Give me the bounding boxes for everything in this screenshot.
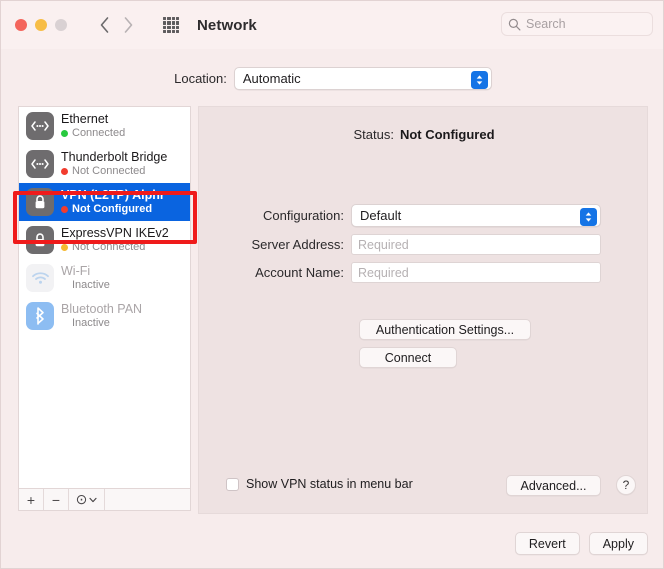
location-dropdown[interactable]: Automatic <box>233 67 492 90</box>
titlebar: Network Search <box>1 1 663 49</box>
chevron-left-icon[interactable] <box>93 13 115 37</box>
wifi-icon <box>26 264 54 292</box>
sidebar-item-text: Ethernet Connected <box>61 112 125 139</box>
sidebar-item-thunderbolt-bridge[interactable]: Thunderbolt Bridge Not Connected <box>19 145 190 183</box>
chevron-right-icon[interactable] <box>117 13 139 37</box>
sidebar-item-bluetooth-pan[interactable]: Bluetooth PAN Inactive <box>19 297 190 335</box>
location-label: Location: <box>174 71 227 86</box>
ethernet-icon <box>26 112 54 140</box>
server-address-label: Server Address: <box>251 237 345 252</box>
location-row: Location: Automatic <box>1 67 663 90</box>
traffic-light-group <box>15 19 67 31</box>
sidebar-toolbar: + − ⊙ <box>18 488 191 511</box>
status-dot-orange <box>61 244 68 251</box>
sidebar-item-text: ExpressVPN IKEv2 Not Connected <box>61 226 169 253</box>
apply-button[interactable]: Apply <box>588 532 648 555</box>
chevron-down-icon <box>89 497 97 502</box>
service-status: Connected <box>61 127 125 139</box>
status-text: Inactive <box>72 317 110 330</box>
service-status: Not Connected <box>61 165 167 177</box>
server-address-row: Server Address: Required <box>199 234 649 255</box>
account-name-row: Account Name: Required <box>199 262 649 283</box>
configuration-label: Configuration: <box>263 208 344 223</box>
lock-icon <box>26 188 54 216</box>
show-vpn-status-checkbox[interactable] <box>226 477 239 491</box>
service-name: Thunderbolt Bridge <box>61 150 168 165</box>
status-text: Not Connected <box>72 165 146 178</box>
vpn-settings-panel: Status: Not Configured Configuration: De… <box>198 106 648 514</box>
search-icon <box>508 18 521 30</box>
page-title: Network <box>197 16 257 34</box>
remove-service-button[interactable]: − <box>44 489 69 510</box>
service-actions-menu-button[interactable]: ⊙ <box>69 489 105 510</box>
lock-icon <box>26 226 54 254</box>
status-text: Not Configured <box>72 203 153 216</box>
connect-button[interactable]: Connect <box>359 347 457 368</box>
panel-footer-row: Show VPN status in menu bar Advanced... … <box>199 475 649 496</box>
window-action-buttons: Revert Apply <box>514 532 648 555</box>
account-name-label: Account Name: <box>255 265 344 280</box>
service-name: Bluetooth PAN <box>61 302 143 317</box>
sidebar-item-expressvpn-ikev2[interactable]: ExpressVPN IKEv2 Not Connected <box>19 221 190 259</box>
gear-icon: ⊙ <box>75 491 88 507</box>
server-address-placeholder: Required <box>358 237 409 252</box>
search-placeholder-text: Search <box>526 17 566 31</box>
sidebar-item-wi-fi[interactable]: Wi-Fi Inactive <box>19 259 190 297</box>
status-value: Not Configured <box>399 127 495 142</box>
chevron-up-down-icon <box>470 70 488 89</box>
account-name-placeholder: Required <box>358 265 409 280</box>
add-service-button[interactable]: + <box>19 489 44 510</box>
status-text: Inactive <box>72 279 110 292</box>
status-dot-red <box>61 206 68 213</box>
sidebar-item-ethernet[interactable]: Ethernet Connected <box>19 107 190 145</box>
status-dot-red <box>61 168 68 175</box>
sidebar-item-text: VPN (L2TP) Alphr Not Configured <box>61 188 165 215</box>
network-services-list[interactable]: Ethernet Connected Thunderbolt Bridge No… <box>18 106 191 488</box>
status-text: Not Connected <box>72 241 146 254</box>
navigation-buttons <box>93 13 139 37</box>
service-status: Inactive <box>61 279 110 291</box>
all-preferences-grid-icon[interactable] <box>161 15 181 35</box>
sidebar-item-text: Wi-Fi Inactive <box>61 264 110 291</box>
maximize-window-button[interactable] <box>55 19 67 31</box>
chevron-up-down-icon <box>580 207 597 226</box>
service-status: Not Configured <box>61 203 165 215</box>
toolbar-filler <box>105 489 190 510</box>
service-name: Wi-Fi <box>61 264 91 279</box>
sidebar-item-text: Bluetooth PAN Inactive <box>61 302 142 329</box>
advanced-button[interactable]: Advanced... <box>506 475 601 496</box>
network-preferences-window: Network Search Location: Automatic Ether… <box>0 0 664 569</box>
service-name: Ethernet <box>61 112 109 127</box>
service-name: ExpressVPN IKEv2 <box>61 226 169 241</box>
vpn-form: Configuration: Default Server Address: R… <box>199 204 649 290</box>
authentication-settings-button[interactable]: Authentication Settings... <box>359 319 531 340</box>
minimize-window-button[interactable] <box>35 19 47 31</box>
configuration-dropdown[interactable]: Default <box>351 204 601 227</box>
close-window-button[interactable] <box>15 19 27 31</box>
account-name-input[interactable]: Required <box>351 262 601 283</box>
status-text: Connected <box>72 127 126 140</box>
bluetooth-icon <box>26 302 54 330</box>
search-input[interactable]: Search <box>501 12 653 36</box>
sidebar-item-vpn-l2tp-alphr[interactable]: VPN (L2TP) Alphr Not Configured <box>19 183 190 221</box>
server-address-input[interactable]: Required <box>351 234 601 255</box>
configuration-row: Configuration: Default <box>199 204 649 227</box>
help-button[interactable]: ? <box>616 475 636 495</box>
service-status: Not Connected <box>61 241 169 253</box>
status-dot-green <box>61 130 68 137</box>
service-name: VPN (L2TP) Alphr <box>61 188 165 203</box>
location-selected-value: Automatic <box>242 71 301 86</box>
sidebar-item-text: Thunderbolt Bridge Not Connected <box>61 150 167 177</box>
configuration-selected-value: Default <box>360 208 402 223</box>
revert-button[interactable]: Revert <box>514 532 580 555</box>
status-label: Status: <box>353 127 394 142</box>
show-vpn-status-label: Show VPN status in menu bar <box>246 477 413 491</box>
status-row: Status: Not Configured <box>199 127 649 142</box>
service-status: Inactive <box>61 317 142 329</box>
ethernet-icon <box>26 150 54 178</box>
